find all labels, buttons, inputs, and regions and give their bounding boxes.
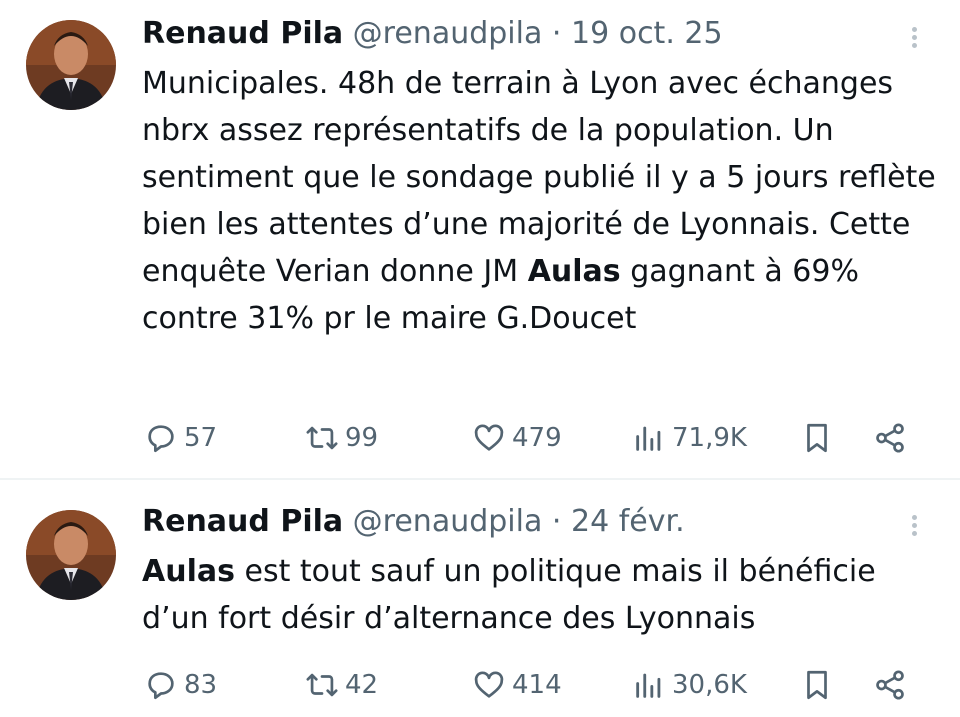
bookmark-button[interactable]: [800, 665, 834, 705]
bookmark-icon: [807, 423, 827, 453]
retweet-count: 42: [345, 670, 379, 700]
share-button[interactable]: [873, 418, 907, 458]
retweet-button[interactable]: 99: [305, 418, 378, 458]
views-icon: [636, 673, 661, 698]
tweet-header: Renaud Pila @renaudpila · 19 oct. 25: [142, 16, 723, 52]
views-count: 71,9K: [672, 423, 747, 453]
more-options-icon[interactable]: [905, 24, 923, 54]
reply-icon: [148, 425, 174, 453]
tweet[interactable]: Renaud Pila @renaudpila · 19 oct. 25 Mun…: [0, 0, 960, 478]
author-name[interactable]: Renaud Pila: [142, 504, 343, 539]
heart-icon: [474, 424, 504, 451]
tweet-text-bold: Aulas: [142, 554, 235, 589]
like-button[interactable]: 479: [472, 418, 562, 458]
reply-icon: [148, 672, 174, 700]
separator: ·: [551, 16, 562, 51]
author-handle[interactable]: @renaudpila: [353, 504, 543, 539]
retweet-count: 99: [345, 423, 379, 453]
bookmark-icon: [807, 670, 827, 700]
like-button[interactable]: 414: [472, 665, 562, 705]
views-count: 30,6K: [672, 670, 747, 700]
more-options-icon[interactable]: [905, 512, 923, 542]
retweet-button[interactable]: 42: [305, 665, 378, 705]
tweet-actions: 83 42 414 30,6K: [0, 665, 960, 705]
author-name[interactable]: Renaud Pila: [142, 16, 343, 51]
reply-button[interactable]: 83: [144, 665, 217, 705]
tweet-text-part: est tout sauf un politique mais il bénéf…: [142, 554, 876, 636]
views-button[interactable]: 71,9K: [632, 418, 747, 458]
share-icon: [876, 670, 904, 700]
bookmark-button[interactable]: [800, 418, 834, 458]
tweet-header: Renaud Pila @renaudpila · 24 févr.: [142, 504, 685, 540]
like-count: 479: [512, 423, 562, 453]
author-handle[interactable]: @renaudpila: [353, 16, 543, 51]
tweet-text: Municipales. 48h de terrain à Lyon avec …: [142, 60, 942, 342]
tweet-text: Aulas est tout sauf un politique mais il…: [142, 548, 942, 642]
tweet-actions: 57 99 479 71,9K: [0, 418, 960, 458]
tweet-date[interactable]: 24 févr.: [571, 504, 685, 539]
retweet-icon: [306, 673, 338, 697]
views-icon: [636, 426, 661, 451]
reply-count: 57: [184, 423, 218, 453]
avatar[interactable]: [26, 510, 116, 600]
tweet-date[interactable]: 19 oct. 25: [571, 16, 723, 51]
heart-icon: [474, 671, 504, 698]
avatar[interactable]: [26, 20, 116, 110]
tweet-text-bold: Aulas: [527, 254, 621, 289]
like-count: 414: [512, 670, 562, 700]
share-icon: [876, 423, 904, 453]
views-button[interactable]: 30,6K: [632, 665, 747, 705]
reply-button[interactable]: 57: [144, 418, 217, 458]
retweet-icon: [306, 426, 338, 450]
reply-count: 83: [184, 670, 218, 700]
share-button[interactable]: [873, 665, 907, 705]
separator: ·: [551, 504, 562, 539]
tweet[interactable]: Renaud Pila @renaudpila · 24 févr. Aulas…: [0, 480, 960, 717]
